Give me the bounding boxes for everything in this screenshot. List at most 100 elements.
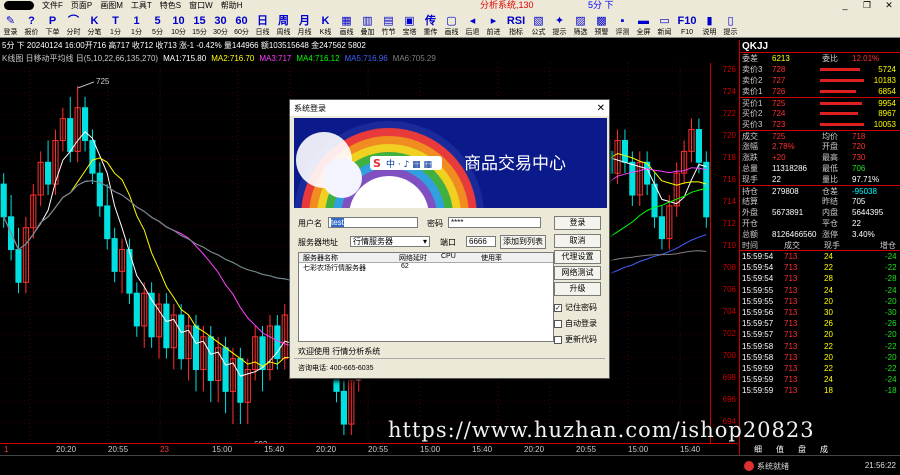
app-logo xyxy=(4,1,34,10)
tick-cell: 15:59:54 xyxy=(742,252,774,261)
remember-password-checkbox[interactable]: ✓ 记住密码 xyxy=(554,302,597,313)
menu-item[interactable]: 画图M xyxy=(96,0,127,11)
toolbar-button[interactable]: ▸ 前进 xyxy=(483,11,504,38)
toolbar-button[interactable]: ▬ 全屏 xyxy=(633,11,654,38)
toolbar-button[interactable]: ◂ 后退 xyxy=(462,11,483,38)
quote-row: 卖价2 727 10183 xyxy=(740,75,900,86)
toolbar-button[interactable]: ✎ 登录 xyxy=(0,11,21,38)
toolbar-button[interactable]: ✦ 提示 xyxy=(549,11,570,38)
dialog-close-icon[interactable]: ✕ xyxy=(597,103,605,114)
toolbar-button[interactable]: ▧ 公式 xyxy=(528,11,549,38)
menu-item[interactable]: 页面P xyxy=(67,0,96,11)
toolbar-button[interactable]: 30 30分 xyxy=(210,11,231,38)
toolbar-button[interactable]: T 1分 xyxy=(105,11,126,38)
toolbar-button[interactable]: ▩ 预警 xyxy=(591,11,612,38)
toolbar-button[interactable]: 1 1分 xyxy=(126,11,147,38)
upgrade-button[interactable]: 升级 xyxy=(554,282,601,296)
toolbar-label: 1分 xyxy=(110,29,121,36)
toolbar-button[interactable]: 60 60分 xyxy=(231,11,252,38)
cancel-button[interactable]: 取消 xyxy=(554,234,601,248)
toolbar-button[interactable]: 15 15分 xyxy=(189,11,210,38)
menu-item[interactable]: 特色S xyxy=(156,0,185,11)
tick-row: 15:59:58 713 22 -22 xyxy=(740,341,900,352)
menu-item[interactable]: 窗口W xyxy=(185,0,217,11)
candle-down xyxy=(67,118,74,152)
toolbar-button[interactable]: P 下单 xyxy=(42,11,63,38)
toolbar-button[interactable]: ▢ 画线 xyxy=(441,11,462,38)
update-code-checkbox[interactable]: 更新代码 xyxy=(554,334,597,345)
restore-icon[interactable]: ❐ xyxy=(856,0,878,11)
server-list-row[interactable]: 七彩农场行情服务器 62 xyxy=(299,263,553,273)
toolbar-button[interactable]: ▭ 新闻 xyxy=(654,11,675,38)
close-icon[interactable]: ✕ xyxy=(878,0,900,11)
toolbar-button[interactable]: F10 F10 xyxy=(675,11,699,38)
toolbar-button[interactable]: ? 报价 xyxy=(21,11,42,38)
toolbar-button[interactable]: 日日线 xyxy=(252,11,273,38)
quote-row: 买价3 723 10053 xyxy=(740,119,900,130)
checkbox-box[interactable] xyxy=(554,335,562,344)
toolbar-button[interactable]: RSI 指标 xyxy=(504,11,528,38)
dialog-divider xyxy=(294,358,605,359)
tick-cell: 713 xyxy=(784,386,798,396)
toolbar-icon: F10 xyxy=(677,15,697,27)
menu-item[interactable]: 帮助H xyxy=(217,0,247,11)
server-list[interactable]: 服务器名称 网络延时 CPU 使用率 七彩农场行情服务器 62 xyxy=(298,252,554,342)
server-select[interactable]: 行情服务器 ▾ xyxy=(350,236,430,247)
quote-value: 22 xyxy=(772,175,781,184)
quote-value: 730 xyxy=(852,153,866,162)
toolbar-button[interactable]: 周周线 xyxy=(273,11,294,38)
menu-item[interactable]: 工具T xyxy=(127,0,156,11)
toolbar-icon: ▩ xyxy=(596,15,607,27)
minimize-icon[interactable]: _ xyxy=(834,0,856,11)
toolbar-button[interactable]: 传重传 xyxy=(420,11,441,38)
network-test-button[interactable]: 网络测试 xyxy=(554,266,601,280)
depth-volume: 10053 xyxy=(873,120,896,129)
username-input[interactable]: test xyxy=(328,217,418,228)
panel-tab[interactable]: 细 xyxy=(754,445,762,454)
toolbar-button[interactable]: K K线 xyxy=(315,11,336,38)
toolbar-button[interactable]: ▮ 说明 xyxy=(699,11,720,38)
toolbar-icon: ▨ xyxy=(575,15,586,27)
toolbar-button[interactable]: 10 10分 xyxy=(168,11,189,38)
panel-tab[interactable]: 成 xyxy=(820,445,828,454)
toolbar-button[interactable]: ▦ 画线 xyxy=(336,11,357,38)
login-button[interactable]: 登录 xyxy=(554,216,601,230)
toolbar-button[interactable]: 月月线 xyxy=(294,11,315,38)
tick-cell: 15:59:54 xyxy=(742,263,774,273)
proxy-settings-button[interactable]: 代理设置 xyxy=(554,250,601,264)
checkbox-box[interactable]: ✓ xyxy=(554,303,562,312)
toolbar-button[interactable]: K 分笔 xyxy=(84,11,105,38)
toolbar-button[interactable]: ▪ 评测 xyxy=(612,11,633,38)
toolbar-label: 筛选 xyxy=(573,29,588,36)
checkbox-box[interactable] xyxy=(554,319,562,328)
quote-label: 开仓 xyxy=(742,219,758,228)
toolbar-button[interactable]: ⌒ 分时 xyxy=(63,11,84,38)
quote-value: 720 xyxy=(852,142,866,151)
toolbar-label: 下单 xyxy=(45,29,60,36)
candle-down xyxy=(629,161,636,196)
tick-cell: 24 xyxy=(824,252,833,261)
panel-tab[interactable]: 值 xyxy=(776,445,784,454)
depth-bar xyxy=(820,102,862,105)
add-to-list-button[interactable]: 添加到列表 xyxy=(500,235,546,249)
menu-item[interactable]: 文件F xyxy=(38,0,67,11)
toolbar-button[interactable]: ▥ 叠加 xyxy=(357,11,378,38)
candle-down xyxy=(695,129,702,163)
quote-value: 12.01% xyxy=(852,54,880,63)
quote-row: 涨幅 2.78% 开盘 720 xyxy=(740,141,900,152)
toolbar-button[interactable]: ▣ 宝塔 xyxy=(399,11,420,38)
quote-value: 724 xyxy=(772,109,786,118)
toolbar-icon: P xyxy=(48,15,57,27)
password-input[interactable]: **** xyxy=(448,217,541,228)
toolbar-button[interactable]: 5 5分 xyxy=(147,11,168,38)
clock: 21:56:22 xyxy=(864,461,896,470)
toolbar-button[interactable]: ▨ 筛选 xyxy=(570,11,591,38)
toolbar-button[interactable]: ▯ 提示 xyxy=(720,11,741,38)
toolbar-button[interactable]: ▤ 竹节 xyxy=(378,11,399,38)
port-input[interactable]: 6666 xyxy=(466,236,496,247)
tick-cell: -22 xyxy=(885,263,897,273)
auto-login-checkbox[interactable]: 自动登录 xyxy=(554,318,597,329)
port-label: 端口 xyxy=(440,238,456,247)
panel-tab[interactable]: 盘 xyxy=(798,445,806,454)
menu-bar: 文件F 页面P 画图M 工具T 特色S 窗口W 帮助H 分析系统,130 5分 下 _ ❐ … xyxy=(0,0,900,11)
